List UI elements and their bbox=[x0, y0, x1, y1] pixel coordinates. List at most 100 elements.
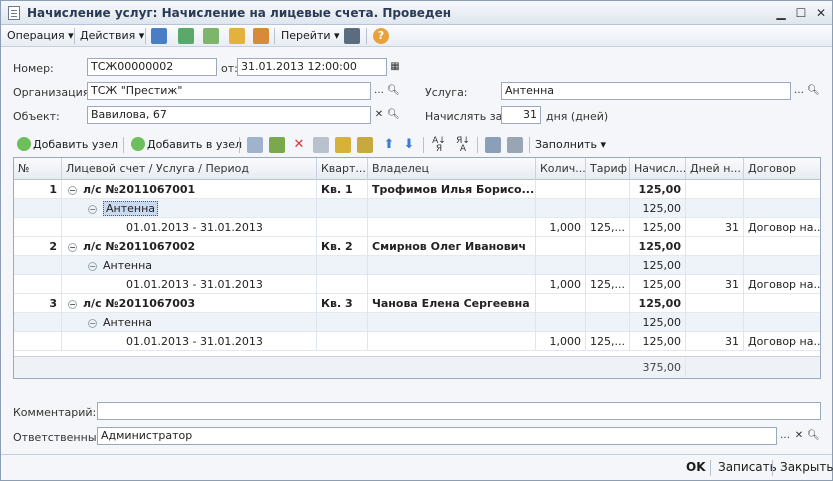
help-icon[interactable]: ? bbox=[373, 28, 389, 44]
select-responsible-icon[interactable]: … bbox=[779, 428, 791, 444]
actions-menu[interactable]: Действия ▾ bbox=[80, 28, 144, 44]
sort-asc-icon[interactable]: A↓ Я bbox=[431, 137, 447, 154]
organization-field[interactable]: ТСЖ "Престиж" bbox=[87, 82, 371, 100]
column-header-number[interactable]: № bbox=[14, 158, 62, 180]
close-window-button[interactable]: ✕ bbox=[813, 5, 829, 21]
charged-cell: 125,00 bbox=[630, 275, 686, 294]
charge-days-field[interactable]: 31 bbox=[501, 106, 541, 124]
days-cell: 31 bbox=[686, 332, 744, 351]
dialog-buttons: OK Записать Закрыть bbox=[1, 454, 833, 480]
operation-menu[interactable]: Операция ▾ bbox=[7, 28, 74, 44]
apartment-cell: Кв. 2 bbox=[317, 237, 368, 256]
open-organization-icon[interactable]: 🔍︎ bbox=[387, 83, 400, 99]
service-field[interactable]: Антенна bbox=[501, 82, 791, 100]
move-down-icon[interactable]: ⬇ bbox=[401, 137, 417, 153]
column-header-days[interactable]: Дней н... bbox=[686, 158, 744, 180]
column-header-owner[interactable]: Владелец bbox=[368, 158, 536, 180]
collapse-icon[interactable]: − bbox=[68, 299, 77, 309]
add-node-button[interactable]: Добавить узел bbox=[33, 137, 118, 153]
post-and-close-icon[interactable] bbox=[151, 28, 167, 44]
post-icon[interactable] bbox=[229, 28, 245, 44]
fill-menu[interactable]: Заполнить ▾ bbox=[535, 137, 606, 153]
responsible-label: Ответственный: bbox=[13, 431, 108, 444]
total-charged: 375,00 bbox=[630, 358, 686, 377]
number-field[interactable]: ТСЖ00000002 bbox=[87, 58, 217, 76]
period-cell: 01.01.2013 - 31.01.2013 bbox=[62, 332, 317, 351]
collapse-icon[interactable]: − bbox=[88, 261, 97, 271]
table-row[interactable]: 01.01.2013 - 31.01.2013 1,000 125,... 12… bbox=[14, 218, 820, 237]
column-header-apartment[interactable]: Кварт... bbox=[317, 158, 368, 180]
period-cell: 01.01.2013 - 31.01.2013 bbox=[62, 275, 317, 294]
charged-cell: 125,00 bbox=[630, 218, 686, 237]
charges-table: № Лицевой счет / Услуга / Период Кварт..… bbox=[13, 157, 821, 379]
owner-cell: Чанова Елена Сергеевна bbox=[368, 294, 536, 313]
column-header-quantity[interactable]: Колич... bbox=[536, 158, 586, 180]
end-edit-icon[interactable] bbox=[313, 137, 329, 153]
edit-icon[interactable] bbox=[269, 137, 285, 153]
open-responsible-icon[interactable]: 🔍︎ bbox=[807, 428, 820, 444]
days-cell: 31 bbox=[686, 218, 744, 237]
delete-icon[interactable]: ✕ bbox=[291, 137, 307, 153]
comment-label: Комментарий: bbox=[13, 406, 97, 419]
copy-row-icon[interactable] bbox=[247, 137, 263, 153]
move-up-icon[interactable]: ⬆ bbox=[381, 137, 397, 153]
apartment-cell: Кв. 3 bbox=[317, 294, 368, 313]
responsible-field[interactable]: Администратор bbox=[97, 427, 777, 445]
charge-for-label: Начислять за: bbox=[425, 110, 507, 123]
column-header-charged[interactable]: Начисл... bbox=[630, 158, 686, 180]
tariff-cell: 125,... bbox=[586, 218, 630, 237]
collapse-icon[interactable]: − bbox=[68, 242, 77, 252]
column-header-account[interactable]: Лицевой счет / Услуга / Период bbox=[62, 158, 317, 180]
select-service-icon[interactable]: … bbox=[793, 83, 805, 99]
clear-responsible-icon[interactable]: ✕ bbox=[793, 428, 805, 444]
open-object-icon[interactable]: 🔍︎ bbox=[387, 107, 400, 123]
minimize-button[interactable]: ▁ bbox=[773, 5, 789, 21]
object-field[interactable]: Вавилова, 67 bbox=[87, 106, 371, 124]
clear-object-icon[interactable]: ✕ bbox=[373, 107, 385, 123]
collapse-icon[interactable]: − bbox=[68, 185, 77, 195]
charged-cell: 125,00 bbox=[630, 332, 686, 351]
calendar-icon[interactable]: ▦ bbox=[389, 59, 401, 75]
tariff-cell: 125,... bbox=[586, 332, 630, 351]
ok-button[interactable]: OK bbox=[686, 460, 706, 474]
maximize-button[interactable]: ☐ bbox=[793, 5, 809, 21]
structure-icon[interactable] bbox=[344, 28, 360, 44]
days-cell: 31 bbox=[686, 275, 744, 294]
table-row[interactable]: − Антенна 125,00 bbox=[14, 313, 820, 332]
table-row[interactable]: 01.01.2013 - 31.01.2013 1,000 125,... 12… bbox=[14, 275, 820, 294]
date-field[interactable]: 31.01.2013 12:00:00 bbox=[237, 58, 387, 76]
table-row[interactable]: 2 − л/с №2011067002 Кв. 2 Смирнов Олег Ив… bbox=[14, 237, 820, 256]
select-organization-icon[interactable]: … bbox=[373, 83, 385, 99]
document-window: Начисление услуг: Начисление на лицевые … bbox=[0, 0, 833, 481]
table-row[interactable]: 1 − л/с №2011067001 Кв. 1 Трофимов Илья Б… bbox=[14, 180, 820, 199]
row-number: 1 bbox=[14, 180, 62, 199]
tree-collapse-icon[interactable] bbox=[357, 137, 373, 153]
grid-toolbar: Добавить узел Добавить в узел ✕ ⬆ ⬇ A↓ Я … bbox=[13, 135, 821, 155]
collapse-icon[interactable]: − bbox=[88, 318, 97, 328]
charged-cell: 125,00 bbox=[630, 237, 686, 256]
add-to-node-button[interactable]: Добавить в узел bbox=[147, 137, 242, 153]
service-cell: − Антенна bbox=[62, 313, 317, 332]
tree-expand-icon[interactable] bbox=[335, 137, 351, 153]
sort-desc-icon[interactable]: Я↓ A bbox=[455, 137, 471, 154]
charged-cell: 125,00 bbox=[630, 256, 686, 275]
table-row[interactable]: 01.01.2013 - 31.01.2013 1,000 125,... 12… bbox=[14, 332, 820, 351]
collapse-icon[interactable]: − bbox=[88, 204, 97, 214]
column-header-contract[interactable]: Договор bbox=[744, 158, 820, 180]
save-button[interactable]: Записать bbox=[718, 460, 777, 474]
table-row[interactable]: 3 − л/с №2011067003 Кв. 3 Чанова Елена Се… bbox=[14, 294, 820, 313]
table-row[interactable]: − Антенна 125,00 bbox=[14, 256, 820, 275]
settings-icon[interactable] bbox=[507, 137, 523, 153]
open-service-icon[interactable]: 🔍︎ bbox=[807, 83, 820, 99]
quantity-cell: 1,000 bbox=[536, 332, 586, 351]
print-icon[interactable] bbox=[485, 137, 501, 153]
comment-field[interactable] bbox=[97, 402, 821, 420]
table-row[interactable]: − Антенна 125,00 bbox=[14, 199, 820, 218]
goto-menu[interactable]: Перейти ▾ bbox=[281, 28, 340, 44]
copy-icon[interactable] bbox=[203, 28, 219, 44]
close-button[interactable]: Закрыть bbox=[780, 460, 833, 474]
unpost-icon[interactable] bbox=[253, 28, 269, 44]
column-header-tariff[interactable]: Тариф bbox=[586, 158, 630, 180]
add-to-node-icon bbox=[131, 137, 145, 151]
refresh-icon[interactable] bbox=[178, 28, 194, 44]
